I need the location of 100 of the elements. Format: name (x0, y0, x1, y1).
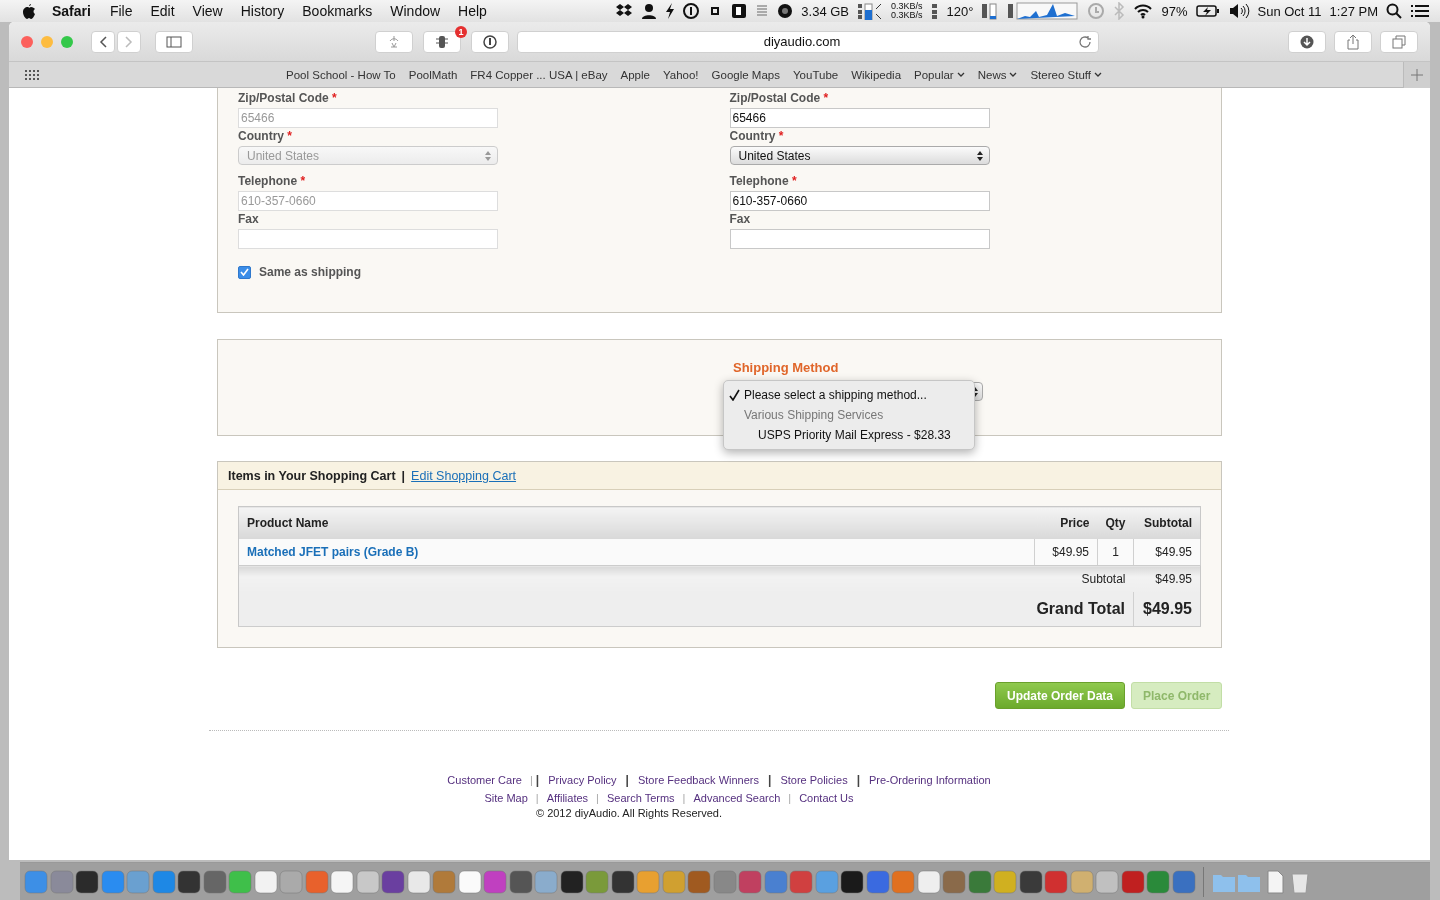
date-label: Sun Oct 11 (1257, 3, 1322, 19)
edit-cart-link[interactable]: Edit Shopping Cart (411, 468, 517, 483)
extension-button[interactable] (471, 30, 509, 53)
bookmark-item[interactable]: Google Maps (711, 68, 780, 81)
apple-icon (20, 2, 36, 20)
tabs-button[interactable] (1380, 30, 1418, 53)
chevron-down-icon (956, 71, 965, 78)
new-tab-button[interactable] (1403, 61, 1430, 88)
memory-meter-icon[interactable] (981, 2, 1000, 20)
product-link[interactable]: Matched JFET pairs (Grade B) (238, 539, 1035, 566)
app-icon[interactable] (508, 869, 533, 894)
wifi-icon[interactable] (1133, 3, 1154, 19)
battery-charging-icon[interactable] (1195, 4, 1220, 18)
bluetooth-icon[interactable] (1113, 2, 1126, 20)
sensor-icon[interactable] (930, 2, 939, 20)
search-icon[interactable] (1386, 3, 1402, 19)
footer-link[interactable]: Site Map (477, 792, 535, 804)
chevron-left-icon (99, 35, 107, 48)
bookmark-item[interactable]: Apple (620, 68, 650, 81)
apps-grid-icon[interactable] (25, 68, 39, 81)
menu-option[interactable]: Please select a shipping method... (724, 385, 974, 405)
bookmark-item[interactable]: Wikipedia (851, 68, 902, 81)
menu-item[interactable]: File (100, 3, 142, 19)
column-header: Price (1034, 506, 1098, 539)
footer-link[interactable]: Store Feedback Winners (630, 774, 766, 786)
ssd-meter-icon[interactable] (857, 2, 884, 20)
app-icon[interactable] (177, 869, 201, 894)
upload-rate: 0.3KB/s (891, 2, 923, 11)
downloads-button[interactable] (1288, 30, 1326, 53)
time-label: 1:27 PM (1329, 3, 1378, 19)
bookmark-item[interactable]: FR4 Copper ... USA | eBay (470, 68, 608, 81)
dropdown[interactable]: United States (729, 146, 990, 165)
sidebar-button[interactable] (155, 30, 193, 53)
keyhole-icon[interactable] (683, 3, 700, 19)
menu-item[interactable]: History (231, 3, 294, 19)
sidebar-icon (166, 35, 182, 48)
zoom-button[interactable] (61, 35, 73, 48)
checkbox[interactable] (238, 265, 251, 279)
close-button[interactable] (21, 35, 33, 48)
forward-button[interactable] (117, 30, 141, 53)
footer-link[interactable]: Advanced Search (686, 792, 788, 804)
app-icon[interactable] (381, 869, 405, 894)
app-icon[interactable] (1018, 869, 1043, 894)
minimize-button[interactable] (41, 35, 53, 48)
bookmark-item[interactable]: Pool School - How To (286, 68, 396, 81)
share-button[interactable] (1334, 30, 1372, 53)
table-cell: $49.95 (1133, 539, 1201, 566)
download-icon (1300, 34, 1314, 49)
bookmark-item[interactable]: PoolMath (408, 68, 458, 81)
menu-item[interactable]: Bookmarks (293, 3, 382, 19)
disk-usage-icon[interactable] (777, 3, 794, 19)
menu-item[interactable]: Window (381, 3, 450, 19)
footer-link[interactable]: Contact Us (792, 792, 861, 804)
separator: | (401, 468, 406, 483)
bookmark-item[interactable]: YouTube (793, 68, 839, 81)
dropbox-icon[interactable] (615, 3, 634, 19)
address-field[interactable]: diyaudio.com (517, 30, 1099, 53)
grand-total-label: Grand Total (238, 592, 1134, 627)
footer-link[interactable]: Store Policies (773, 774, 855, 786)
footer-link[interactable]: Search Terms (599, 792, 682, 804)
column-header: Product Name (238, 506, 1035, 539)
menu-item[interactable]: Help (449, 3, 496, 19)
menu-icon[interactable] (1410, 3, 1430, 19)
share-icon (1346, 33, 1360, 50)
bookmark-item[interactable]: News (977, 68, 1018, 81)
app-icon[interactable] (457, 869, 482, 894)
bolt-icon[interactable] (665, 3, 676, 19)
app-icon[interactable] (840, 869, 864, 894)
separator: | (787, 792, 793, 804)
menu-option[interactable]: USPS Priority Mail Express - $28.33 (724, 425, 974, 445)
b-app-icon[interactable] (731, 3, 748, 19)
bookmark-item[interactable]: Popular (914, 68, 965, 81)
text-field[interactable]: 65466 (729, 108, 990, 128)
app-icon[interactable] (75, 869, 99, 894)
footer-link[interactable]: Pre-Ordering Information (862, 774, 998, 786)
app-menu[interactable]: Safari (36, 3, 101, 19)
person-icon[interactable] (641, 3, 658, 19)
volume-icon[interactable] (1227, 3, 1250, 19)
footer-link[interactable]: Affiliates (539, 792, 596, 804)
app-icon[interactable] (610, 869, 635, 894)
separator: | (767, 773, 773, 787)
separator: | (528, 774, 534, 786)
footer-link[interactable]: Customer Care (440, 774, 529, 786)
text-field[interactable] (729, 229, 990, 249)
tabs-icon (1392, 34, 1406, 49)
back-button[interactable] (91, 30, 115, 53)
cpu-graph-icon[interactable] (1007, 2, 1080, 20)
footer-link[interactable]: Privacy Policy (541, 774, 624, 786)
table-cell: 1 (1097, 539, 1134, 566)
menu-item[interactable]: View (183, 3, 232, 19)
menu-item[interactable]: Edit (141, 3, 184, 19)
bookmark-item[interactable]: Stereo Stuff (1030, 68, 1102, 81)
extension-button[interactable] (423, 30, 461, 53)
download-rate: 0.3KB/s (891, 11, 923, 20)
temperature-reading: 120° (946, 3, 974, 19)
time-machine-icon[interactable] (1087, 2, 1106, 20)
app-icon[interactable] (559, 869, 584, 894)
text-field[interactable]: 610-357-0660 (729, 191, 990, 211)
reload-icon[interactable] (1078, 34, 1092, 49)
bookmark-item[interactable]: Yahoo! (662, 68, 699, 81)
